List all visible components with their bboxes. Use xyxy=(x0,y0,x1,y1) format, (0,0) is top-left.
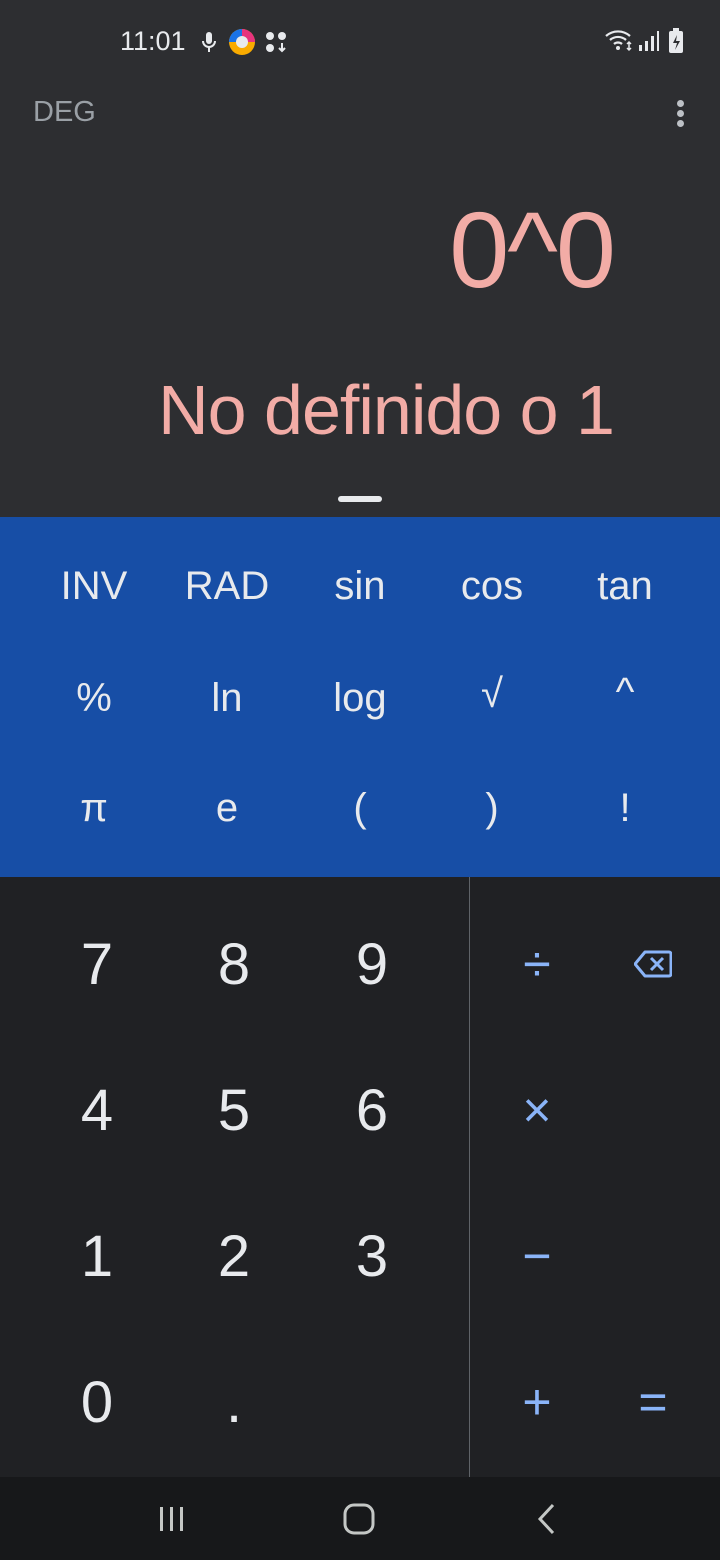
cos-button[interactable]: cos xyxy=(426,531,558,641)
close-paren-button[interactable]: ) xyxy=(426,753,558,863)
digit-2-button[interactable]: 2 xyxy=(165,1183,303,1329)
plus-button[interactable]: + xyxy=(479,1329,595,1475)
digit-3-button[interactable]: 3 xyxy=(303,1183,441,1329)
scientific-panel: INV RAD sin cos tan % ln log √ ^ π e ( )… xyxy=(0,517,720,877)
color-app-icon xyxy=(228,28,256,61)
result-display: No definido o 1 xyxy=(158,371,615,449)
minus-button[interactable]: − xyxy=(479,1183,595,1329)
digit-5-button[interactable]: 5 xyxy=(165,1037,303,1183)
angle-mode-indicator: DEG xyxy=(33,96,96,128)
digit-8-button[interactable]: 8 xyxy=(165,891,303,1037)
signal-icon xyxy=(638,30,660,57)
mic-icon xyxy=(200,30,218,59)
recent-apps-icon[interactable] xyxy=(112,1477,232,1560)
digit-4-button[interactable]: 4 xyxy=(28,1037,166,1183)
factorial-button[interactable]: ! xyxy=(559,753,691,863)
log-button[interactable]: log xyxy=(294,643,426,753)
back-icon[interactable] xyxy=(487,1477,607,1560)
battery-charging-icon xyxy=(668,28,684,59)
status-time: 11:01 xyxy=(120,26,186,56)
wifi-icon xyxy=(604,28,634,57)
numeric-pad: 7 8 9 4 5 6 1 2 3 0 . ÷ × − + = xyxy=(0,877,720,1477)
more-vert-icon[interactable] xyxy=(662,96,698,132)
tan-button[interactable]: tan xyxy=(559,531,691,641)
digit-1-button[interactable]: 1 xyxy=(28,1183,166,1329)
sin-button[interactable]: sin xyxy=(294,531,426,641)
expression-display[interactable]: 0^0 xyxy=(449,190,616,310)
navigation-bar xyxy=(0,1477,720,1560)
apps-download-icon xyxy=(264,30,288,59)
percent-button[interactable]: % xyxy=(28,643,160,753)
drag-handle[interactable] xyxy=(338,496,382,502)
digit-7-button[interactable]: 7 xyxy=(28,891,166,1037)
ln-button[interactable]: ln xyxy=(161,643,293,753)
backspace-icon[interactable] xyxy=(595,891,711,1037)
open-paren-button[interactable]: ( xyxy=(294,753,426,863)
equals-button[interactable]: = xyxy=(595,1329,711,1475)
status-bar: 11:01 xyxy=(0,0,720,84)
inv-button[interactable]: INV xyxy=(28,531,160,641)
home-icon[interactable] xyxy=(299,1477,419,1560)
multiply-button[interactable]: × xyxy=(479,1037,595,1183)
divide-button[interactable]: ÷ xyxy=(479,891,595,1037)
decimal-button[interactable]: . xyxy=(165,1329,303,1475)
power-button[interactable]: ^ xyxy=(559,637,691,747)
pad-divider xyxy=(469,877,470,1477)
digit-0-button[interactable]: 0 xyxy=(28,1329,166,1475)
sqrt-button[interactable]: √ xyxy=(426,639,558,749)
e-button[interactable]: e xyxy=(161,753,293,863)
digit-9-button[interactable]: 9 xyxy=(303,891,441,1037)
rad-button[interactable]: RAD xyxy=(161,531,293,641)
digit-6-button[interactable]: 6 xyxy=(303,1037,441,1183)
pi-button[interactable]: π xyxy=(28,753,160,863)
